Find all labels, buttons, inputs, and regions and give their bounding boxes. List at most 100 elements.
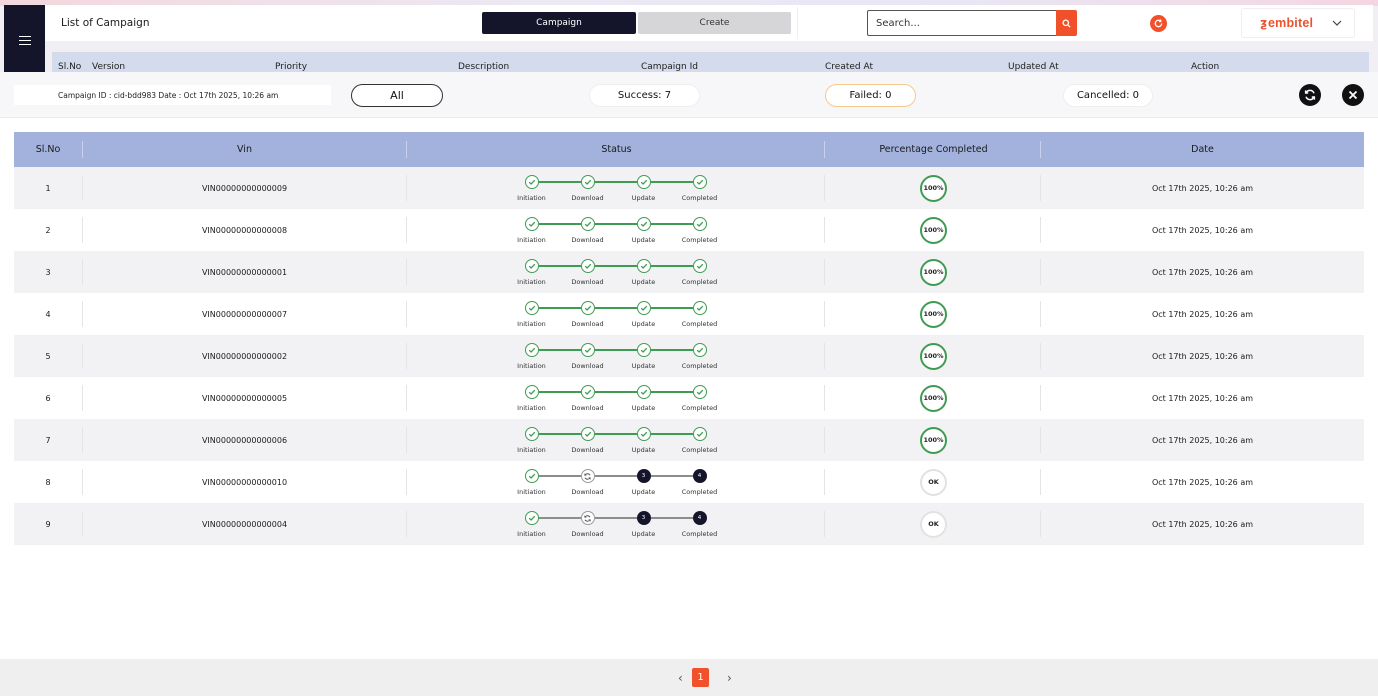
step-label: Initiation bbox=[517, 194, 546, 202]
tab-campaign[interactable]: Campaign bbox=[482, 12, 636, 34]
cell-separator bbox=[824, 511, 825, 537]
step-connector bbox=[538, 433, 581, 435]
vin-table-body: 1 VIN00000000000009 Initiation Download Upda… bbox=[14, 167, 1364, 545]
row-percentage: 100% bbox=[826, 377, 1041, 419]
step-check-icon bbox=[636, 217, 651, 231]
cell-separator bbox=[82, 427, 83, 453]
brand-logo-icon: ƺ bbox=[1260, 16, 1267, 30]
header-separator bbox=[824, 141, 825, 158]
row-date: Oct 17th 2025, 10:26 am bbox=[1151, 519, 1254, 529]
filter-success-button[interactable]: Success: 7 bbox=[589, 84, 700, 107]
step-connector bbox=[538, 181, 581, 183]
step-label: Update bbox=[631, 320, 656, 328]
step-connector bbox=[650, 349, 693, 351]
cell-separator bbox=[406, 427, 407, 453]
search-button[interactable] bbox=[1056, 10, 1077, 36]
row-slno: 5 bbox=[45, 351, 51, 361]
step-label: Update bbox=[631, 278, 656, 286]
search-input[interactable]: Search... bbox=[867, 10, 1056, 36]
row-percentage: 100% bbox=[826, 419, 1041, 461]
cell-separator bbox=[82, 175, 83, 201]
row-vin: VIN00000000000006 bbox=[201, 435, 288, 445]
step-check-icon bbox=[580, 343, 595, 357]
page-button-current[interactable]: 1 bbox=[692, 668, 709, 687]
filter-failed-button[interactable]: Failed: 0 bbox=[825, 84, 916, 107]
step-check-icon bbox=[524, 175, 539, 189]
cell-separator bbox=[406, 175, 407, 201]
col-action: Action bbox=[1191, 62, 1220, 72]
tab-create[interactable]: Create bbox=[638, 12, 791, 34]
row-status: Initiation Download Update Completed bbox=[407, 209, 826, 251]
step-connector bbox=[650, 391, 693, 393]
status-stepper: Initiation Download Update Completed bbox=[517, 297, 717, 331]
row-percentage: 100% bbox=[826, 251, 1041, 293]
sidebar-toggle[interactable] bbox=[4, 5, 45, 75]
chevron-left-icon[interactable]: ‹ bbox=[678, 671, 683, 685]
brand-name: embitel bbox=[1267, 16, 1314, 30]
step-connector bbox=[594, 265, 637, 267]
col-header-percentage: Percentage Completed bbox=[879, 144, 988, 155]
step-pending-number: 3 bbox=[636, 511, 651, 525]
cell-separator bbox=[82, 511, 83, 537]
step-label: Initiation bbox=[517, 236, 546, 244]
cell-separator bbox=[1040, 217, 1041, 243]
step-connector bbox=[594, 391, 637, 393]
step-check-icon bbox=[692, 301, 707, 315]
progress-circle: OK bbox=[920, 468, 947, 496]
campaign-info: Campaign ID : cid-bdd983 Date : Oct 17th… bbox=[14, 85, 331, 105]
progress-circle: 100% bbox=[920, 216, 947, 244]
filter-cancelled-button[interactable]: Cancelled: 0 bbox=[1063, 84, 1153, 107]
step-connector bbox=[538, 307, 581, 309]
close-button[interactable] bbox=[1342, 84, 1364, 106]
notification-button[interactable] bbox=[1150, 15, 1167, 32]
vin-status-table: Sl.No Vin Status Percentage Completed Da… bbox=[14, 132, 1364, 545]
step-pending-number: 3 bbox=[636, 469, 651, 483]
step-label: Initiation bbox=[517, 362, 546, 370]
step-connector bbox=[594, 181, 637, 183]
cell-separator bbox=[1040, 343, 1041, 369]
col-header-date: Date bbox=[1191, 144, 1214, 155]
row-date: Oct 17th 2025, 10:26 am bbox=[1151, 267, 1254, 277]
table-row: 6 VIN00000000000005 Initiation Download Upda… bbox=[14, 377, 1364, 419]
col-slno: Sl.No bbox=[58, 62, 82, 72]
progress-circle: 100% bbox=[920, 342, 947, 370]
account-menu[interactable]: ƺ embitel bbox=[1241, 8, 1355, 38]
step-connector bbox=[650, 307, 693, 309]
row-slno: 4 bbox=[45, 309, 51, 319]
status-stepper: Initiation Download Update Completed bbox=[517, 255, 717, 289]
cell-separator bbox=[824, 385, 825, 411]
step-check-icon bbox=[580, 301, 595, 315]
step-label: Completed bbox=[681, 194, 718, 202]
step-in-progress-icon bbox=[580, 511, 595, 525]
cell-separator bbox=[824, 343, 825, 369]
status-stepper: Initiation Download 3 Update 4 Completed bbox=[517, 465, 717, 499]
step-check-icon bbox=[692, 343, 707, 357]
row-slno: 7 bbox=[45, 435, 51, 445]
step-check-icon bbox=[636, 259, 651, 273]
filter-all-button[interactable]: All bbox=[351, 84, 443, 107]
step-check-icon bbox=[524, 259, 539, 273]
step-check-icon bbox=[580, 259, 595, 273]
step-label: Update bbox=[631, 530, 656, 538]
cell-separator bbox=[82, 343, 83, 369]
step-connector bbox=[594, 307, 637, 309]
step-check-icon bbox=[692, 259, 707, 273]
table-row: 9 VIN00000000000004 Initiation Download 3 Upd… bbox=[14, 503, 1364, 545]
row-status: Initiation Download Update Completed bbox=[407, 251, 826, 293]
filter-bar: Campaign ID : cid-bdd983 Date : Oct 17th… bbox=[0, 72, 1378, 118]
col-version: Version bbox=[92, 62, 126, 72]
progress-circle: 100% bbox=[920, 174, 947, 202]
row-vin: VIN00000000000010 bbox=[201, 477, 288, 487]
row-date: Oct 17th 2025, 10:26 am bbox=[1151, 435, 1254, 445]
row-vin: VIN00000000000005 bbox=[201, 393, 288, 403]
cell-separator bbox=[406, 469, 407, 495]
step-connector bbox=[538, 265, 581, 267]
row-date: Oct 17th 2025, 10:26 am bbox=[1151, 225, 1254, 235]
row-vin: VIN00000000000001 bbox=[201, 267, 288, 277]
step-check-icon bbox=[692, 385, 707, 399]
refresh-button[interactable] bbox=[1299, 84, 1321, 106]
row-status: Initiation Download Update Completed bbox=[407, 167, 826, 209]
step-check-icon bbox=[692, 217, 707, 231]
cell-separator bbox=[406, 217, 407, 243]
chevron-right-icon[interactable]: › bbox=[727, 671, 732, 685]
